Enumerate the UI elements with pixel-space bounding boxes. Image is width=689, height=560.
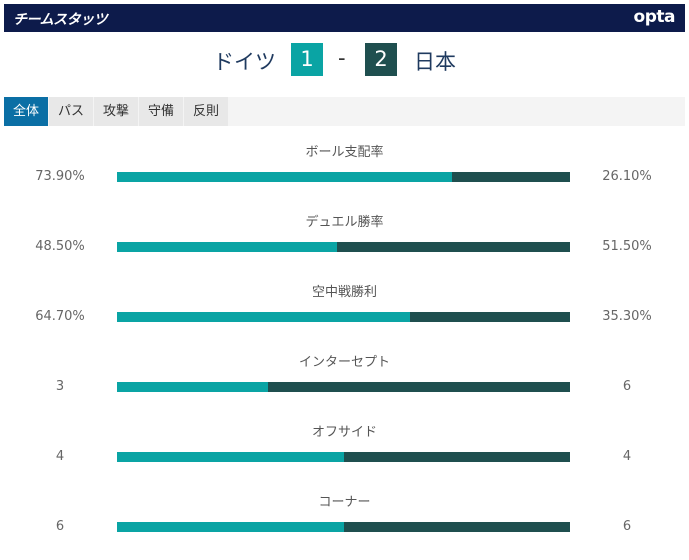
header-bar: チームスタッツ opta	[4, 4, 685, 32]
home-stat-value: 73.90%	[35, 169, 85, 184]
stat-bar	[117, 382, 570, 392]
home-stat-value: 64.70%	[35, 309, 85, 324]
home-stat-bar-fill	[117, 522, 344, 532]
away-stat-value: 35.30%	[602, 309, 652, 324]
opta-logo: opta	[633, 7, 676, 27]
tab-defense[interactable]: 守備	[139, 97, 183, 126]
score-separator: -	[338, 46, 346, 70]
tab-attack[interactable]: 攻撃	[94, 97, 138, 126]
stat-label: ボール支配率	[305, 145, 384, 160]
stat-row-possession: ボール支配率 73.90% 26.10%	[0, 140, 689, 210]
away-stat-value: 4	[622, 449, 632, 464]
stat-label: 空中戦勝利	[311, 285, 377, 300]
stats-tabs: 全体 パス 攻撃 守備 反則	[4, 97, 685, 126]
home-stat-bar-fill	[117, 452, 344, 462]
home-stat-bar-fill	[117, 382, 268, 392]
stat-row-offsides: オフサイド 4 4	[0, 420, 689, 490]
away-score: 2	[365, 43, 397, 76]
home-stat-bar-fill	[117, 172, 452, 182]
home-stat-bar-fill	[117, 242, 337, 252]
stat-bar	[117, 522, 570, 532]
home-team-name: ドイツ	[213, 50, 276, 74]
stat-label: コーナー	[318, 495, 371, 510]
home-score: 1	[291, 43, 323, 76]
stat-bar	[117, 242, 570, 252]
home-stat-value: 48.50%	[35, 239, 85, 254]
stat-bar	[117, 312, 570, 322]
away-stat-value: 26.10%	[602, 169, 652, 184]
tab-passing[interactable]: パス	[49, 97, 93, 126]
scoreboard: ドイツ 1 - 2 日本	[0, 43, 689, 76]
home-stat-value: 4	[55, 449, 65, 464]
away-stat-value: 6	[622, 519, 632, 534]
away-stat-value: 6	[622, 379, 632, 394]
stat-row-corners: コーナー 6 6	[0, 490, 689, 560]
home-stat-value: 3	[55, 379, 65, 394]
stat-row-duels: デュエル勝率 48.50% 51.50%	[0, 210, 689, 280]
stat-label: デュエル勝率	[305, 215, 384, 230]
tab-fouls[interactable]: 反則	[184, 97, 228, 126]
away-team-name: 日本	[414, 50, 456, 74]
stat-label: オフサイド	[311, 425, 377, 440]
tab-overall[interactable]: 全体	[4, 97, 48, 126]
page-title: チームスタッツ	[13, 12, 108, 28]
home-stat-value: 6	[55, 519, 65, 534]
stat-row-interceptions: インターセプト 3 6	[0, 350, 689, 420]
away-stat-value: 51.50%	[602, 239, 652, 254]
stat-bar	[117, 172, 570, 182]
home-stat-bar-fill	[117, 312, 411, 322]
stat-row-aerials: 空中戦勝利 64.70% 35.30%	[0, 280, 689, 350]
stat-bar	[117, 452, 570, 462]
stat-label: インターセプト	[298, 355, 390, 370]
stats-list: ボール支配率 73.90% 26.10% デュエル勝率 48.50% 51.50…	[0, 140, 689, 560]
